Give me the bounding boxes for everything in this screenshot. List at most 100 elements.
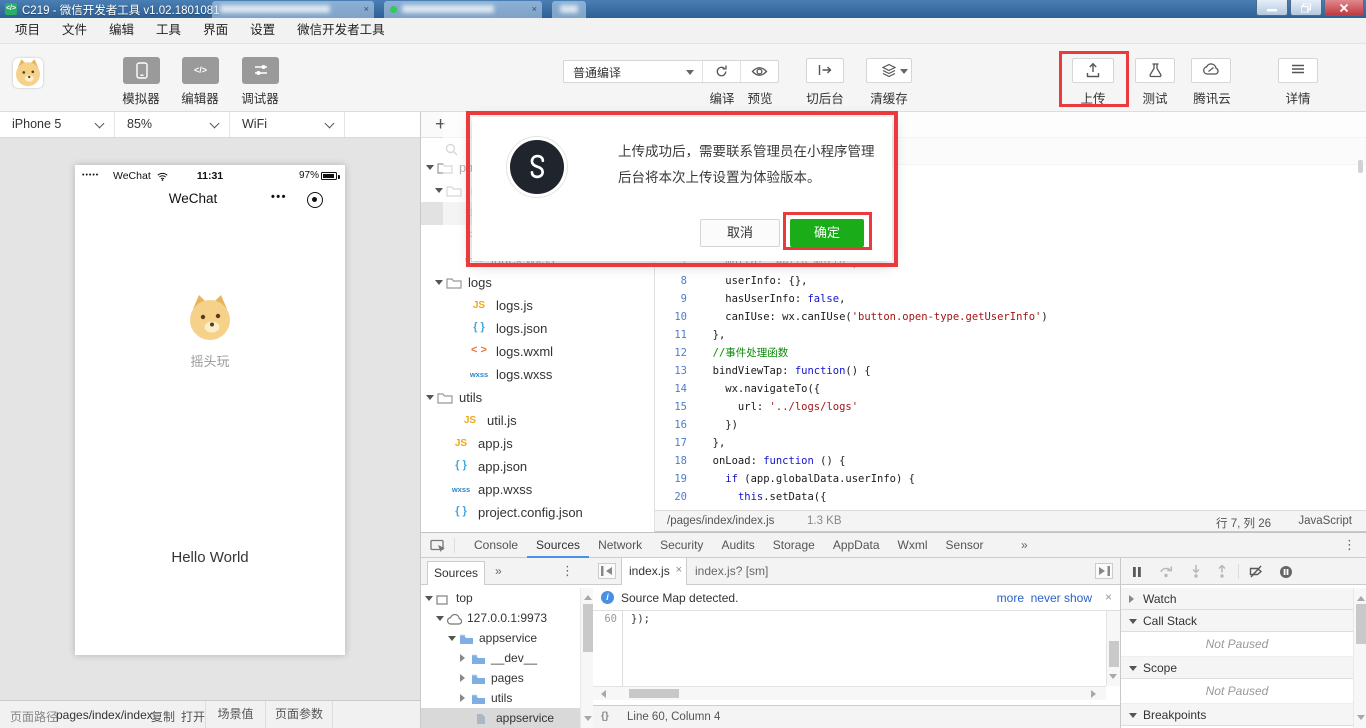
tab-scene-value[interactable]: 场景值 [205, 701, 265, 728]
inspect-element-icon[interactable] [430, 539, 446, 558]
user-avatar-image[interactable] [185, 293, 235, 343]
devtools-tab-wxml[interactable]: Wxml [889, 533, 937, 558]
blurred-tab[interactable]: × [212, 1, 374, 18]
sources-tree-row[interactable]: top [421, 588, 580, 608]
debugger-mode-button[interactable] [242, 57, 279, 84]
kebab-menu-icon[interactable]: ⋮ [561, 563, 574, 579]
more-link[interactable]: more [997, 591, 1024, 605]
devtools-tab-security[interactable]: Security [651, 533, 712, 558]
blurred-tab[interactable] [552, 1, 586, 18]
language-mode[interactable]: JavaScript [1298, 515, 1352, 527]
menu-item[interactable]: 微信开发者工具 [286, 18, 396, 43]
network-select[interactable]: WiFi [230, 112, 345, 137]
more-menu-icon[interactable]: ••• [271, 191, 287, 203]
file-type-json-icon: { } [448, 505, 474, 517]
preview-button[interactable] [740, 61, 778, 82]
show-navigator-icon[interactable] [598, 563, 616, 579]
menu-item[interactable]: 项目 [4, 18, 51, 43]
tree-row[interactable]: { }project.config.json [421, 501, 653, 524]
scrollbar[interactable] [1353, 588, 1366, 728]
switch-background-button[interactable] [806, 58, 844, 83]
tencent-cloud-button[interactable] [1191, 58, 1231, 83]
menu-item[interactable]: 文件 [51, 18, 98, 43]
tree-row[interactable]: JSutil.js [421, 409, 653, 432]
sources-tree-row[interactable]: appservice [421, 628, 580, 648]
device-select[interactable]: iPhone 5 [0, 112, 115, 137]
sources-tree-row[interactable]: 127.0.0.1:9973 [421, 608, 580, 628]
braces-icon[interactable]: {} [601, 711, 609, 722]
menu-item[interactable]: 编辑 [98, 18, 145, 43]
file-tab-indexjs[interactable]: index.js × [621, 558, 687, 585]
devtools-tab-sensor[interactable]: Sensor [937, 533, 993, 558]
upload-button[interactable] [1072, 58, 1114, 83]
debug-section-breakpoints[interactable]: Breakpoints [1121, 704, 1353, 726]
copy-link[interactable]: 复制 [151, 708, 175, 725]
step-over-icon[interactable] [1159, 565, 1174, 583]
simulator-mode-button[interactable] [123, 57, 160, 84]
editor-mode-button[interactable]: </> [182, 57, 219, 84]
file-tab-indexjs-sm[interactable]: index.js? [sm] [695, 564, 768, 578]
tree-row[interactable]: { }app.json [421, 455, 653, 478]
menu-item[interactable]: 设置 [239, 18, 286, 43]
vertical-scrollbar[interactable] [1106, 611, 1120, 686]
menu-item[interactable]: 界面 [192, 18, 239, 43]
deactivate-breakpoints-icon[interactable] [1249, 565, 1263, 583]
sources-tree-row[interactable]: appservice [421, 708, 580, 728]
capsule-exit-icon[interactable] [307, 192, 323, 208]
tree-row[interactable]: utils [421, 386, 653, 409]
devtools-tab-audits[interactable]: Audits [712, 533, 763, 558]
sources-tree-row[interactable]: pages [421, 668, 580, 688]
close-icon[interactable]: × [532, 4, 537, 14]
debugger-sidebar: WatchCall StackNot PausedScopeNot Paused… [1120, 558, 1366, 728]
blurred-tab[interactable]: × [384, 1, 542, 18]
open-link[interactable]: 打开 [181, 708, 205, 725]
sidebar-overflow[interactable]: » [495, 558, 502, 584]
compile-mode-select[interactable]: 普通编译 [564, 61, 703, 82]
sources-tree-row[interactable]: utils [421, 688, 580, 708]
tree-row[interactable]: JSlogs.js [421, 294, 653, 317]
restore-button[interactable] [1290, 0, 1322, 16]
pause-script-icon[interactable] [1132, 565, 1142, 583]
sources-code-area[interactable]: 60 }); [593, 611, 1106, 686]
tree-row[interactable]: { }logs.json [421, 317, 653, 340]
sources-tree-row[interactable]: __dev__ [421, 648, 580, 668]
kebab-menu-icon[interactable]: ⋮ [1343, 537, 1356, 553]
tree-row[interactable]: JSapp.js [421, 432, 653, 455]
devtools-tab-console[interactable]: Console [465, 533, 527, 558]
cancel-button[interactable]: 取消 [700, 219, 780, 247]
tree-row[interactable]: logs [421, 271, 653, 294]
scrollbar[interactable] [580, 588, 594, 728]
devtools-tab-network[interactable]: Network [589, 533, 651, 558]
never-show-link[interactable]: never show [1031, 591, 1092, 605]
show-debugger-icon[interactable] [1095, 563, 1113, 579]
horizontal-scrollbar[interactable] [593, 686, 1106, 700]
scale-select[interactable]: 85% [115, 112, 230, 137]
user-avatar[interactable] [13, 58, 43, 88]
clear-cache-button[interactable] [866, 58, 912, 83]
debug-section-scope[interactable]: Scope [1121, 657, 1353, 679]
tab-page-params[interactable]: 页面参数 [265, 701, 333, 728]
tree-row[interactable]: < >logs.wxml [421, 340, 653, 363]
close-icon[interactable]: × [676, 564, 682, 576]
details-button[interactable] [1278, 58, 1318, 83]
tabs-overflow[interactable]: » [1021, 533, 1028, 558]
devtools-tab-appdata[interactable]: AppData [824, 533, 889, 558]
debug-section-call-stack[interactable]: Call Stack [1121, 610, 1353, 632]
devtools-tab-sources[interactable]: Sources [527, 533, 589, 558]
close-button[interactable] [1324, 0, 1364, 16]
step-out-icon[interactable] [1217, 565, 1227, 583]
debug-section-watch[interactable]: Watch [1121, 588, 1353, 610]
menu-item[interactable]: 工具 [145, 18, 192, 43]
compile-button[interactable] [703, 61, 741, 82]
close-icon[interactable]: × [364, 4, 369, 14]
minimize-button[interactable] [1256, 0, 1288, 16]
tree-row[interactable]: wxsslogs.wxss [421, 363, 653, 386]
devtools-tab-storage[interactable]: Storage [764, 533, 824, 558]
sources-sidebar-tab[interactable]: Sources [427, 561, 485, 585]
step-into-icon[interactable] [1191, 565, 1201, 583]
test-button[interactable] [1135, 58, 1175, 83]
tree-row[interactable]: wxssapp.wxss [421, 478, 653, 501]
pause-on-exceptions-icon[interactable] [1279, 565, 1293, 584]
close-icon[interactable]: × [1105, 590, 1112, 604]
confirm-button[interactable]: 确定 [790, 219, 864, 247]
